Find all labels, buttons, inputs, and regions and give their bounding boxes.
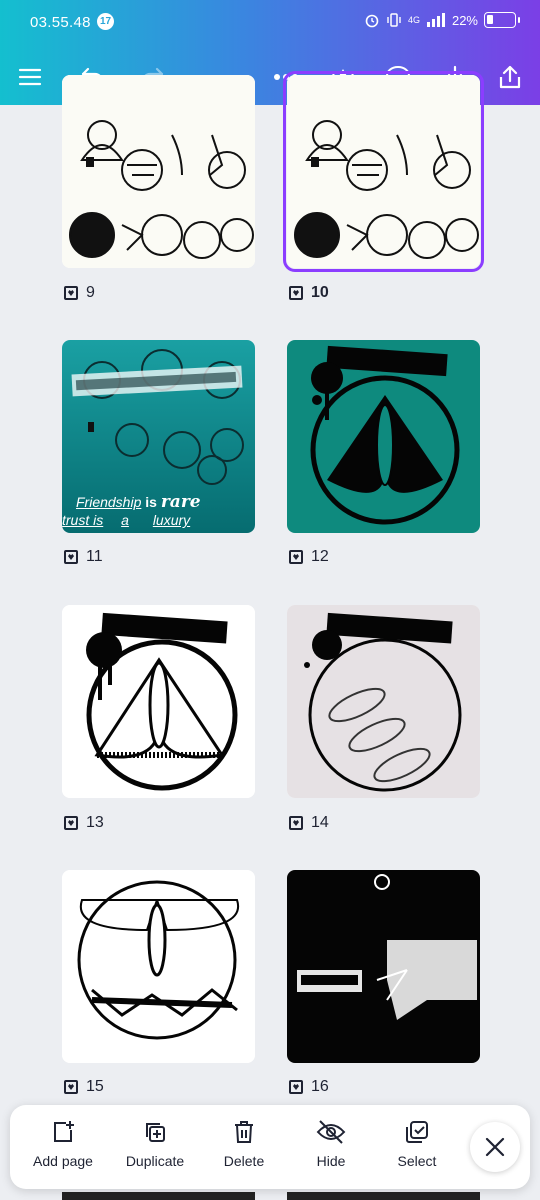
status-bar: 03.55.48 17 4G 22% bbox=[0, 0, 540, 44]
notes-icon bbox=[289, 286, 303, 300]
close-button[interactable] bbox=[470, 1122, 520, 1172]
page-thumbnail-10[interactable] bbox=[283, 71, 484, 272]
page-thumbnail-9[interactable] bbox=[62, 75, 255, 268]
select-button[interactable]: Select bbox=[372, 1119, 462, 1169]
signal-icon bbox=[426, 13, 445, 27]
close-icon bbox=[485, 1137, 505, 1157]
page-label-16: 16 bbox=[289, 1078, 329, 1096]
page-number: 15 bbox=[86, 1078, 104, 1095]
page-number: 9 bbox=[86, 284, 95, 301]
delete-button[interactable]: Delete bbox=[199, 1119, 289, 1169]
select-label: Select bbox=[397, 1153, 437, 1169]
page-number: 13 bbox=[86, 814, 104, 831]
page-number: 10 bbox=[311, 284, 329, 301]
status-icons: 4G 22% bbox=[364, 12, 520, 28]
page-label-9: 9 bbox=[64, 284, 95, 302]
notes-icon bbox=[64, 816, 78, 830]
select-icon bbox=[406, 1121, 428, 1143]
notes-icon bbox=[64, 550, 78, 564]
duplicate-icon bbox=[146, 1123, 165, 1142]
delete-label: Delete bbox=[223, 1153, 265, 1169]
battery-percent: 22% bbox=[451, 12, 478, 28]
notes-icon bbox=[289, 1080, 303, 1094]
page-label-12: 12 bbox=[289, 548, 329, 566]
page-image-12 bbox=[287, 340, 480, 533]
notes-icon bbox=[64, 1080, 78, 1094]
next-page-peek bbox=[287, 1192, 480, 1200]
page-label-14: 14 bbox=[289, 814, 329, 832]
duplicate-button[interactable]: Duplicate bbox=[110, 1119, 200, 1169]
overlay-line-2: trust is a luxury bbox=[62, 512, 191, 528]
page-number: 14 bbox=[311, 814, 329, 831]
menu-icon[interactable] bbox=[13, 60, 47, 94]
page-label-10: 10 bbox=[289, 284, 329, 302]
add-page-icon bbox=[54, 1121, 74, 1142]
page-thumbnail-12[interactable] bbox=[287, 340, 480, 533]
page-label-15: 15 bbox=[64, 1078, 104, 1096]
page-number: 16 bbox=[311, 1078, 329, 1095]
duplicate-label: Duplicate bbox=[125, 1153, 185, 1169]
alarm-icon bbox=[365, 14, 379, 28]
page-label-11: 11 bbox=[64, 548, 103, 566]
status-time: 03.55.48 bbox=[30, 14, 91, 31]
overlay-line-1: Friendship is rare bbox=[76, 492, 201, 512]
add-page-button[interactable]: Add page bbox=[18, 1119, 108, 1169]
page-thumbnail-13[interactable] bbox=[62, 605, 255, 798]
notes-icon bbox=[289, 550, 303, 564]
page-actions-bar: Add page Duplicate Delete Hide Select bbox=[10, 1105, 530, 1189]
page-thumbnail-14[interactable] bbox=[287, 605, 480, 798]
page-thumbnail-11[interactable]: Friendship is rare trust is a luxury bbox=[62, 340, 255, 533]
trash-icon bbox=[235, 1121, 253, 1143]
page-thumbnail-15[interactable] bbox=[62, 870, 255, 1063]
page-image-10 bbox=[287, 75, 480, 268]
vibrate-icon bbox=[387, 13, 401, 27]
notification-badge: 17 bbox=[97, 13, 114, 30]
page-thumbnail-16[interactable] bbox=[287, 870, 480, 1063]
share-icon[interactable] bbox=[493, 60, 527, 94]
page-label-13: 13 bbox=[64, 814, 104, 832]
page-image-13 bbox=[62, 605, 255, 798]
page-number: 11 bbox=[86, 548, 103, 565]
page-image-15 bbox=[62, 870, 255, 1063]
hide-button[interactable]: Hide bbox=[286, 1119, 376, 1169]
add-page-label: Add page bbox=[33, 1153, 93, 1169]
hide-label: Hide bbox=[316, 1153, 346, 1169]
network-type: 4G bbox=[407, 15, 420, 25]
eye-off-icon bbox=[316, 1120, 346, 1144]
page-image-14 bbox=[287, 605, 480, 798]
next-page-peek bbox=[62, 1192, 255, 1200]
notes-icon bbox=[64, 286, 78, 300]
page-image-9 bbox=[62, 75, 255, 268]
battery-icon bbox=[484, 12, 516, 28]
page-image-16 bbox=[287, 870, 480, 1063]
page-number: 12 bbox=[311, 548, 329, 565]
notes-icon bbox=[289, 816, 303, 830]
